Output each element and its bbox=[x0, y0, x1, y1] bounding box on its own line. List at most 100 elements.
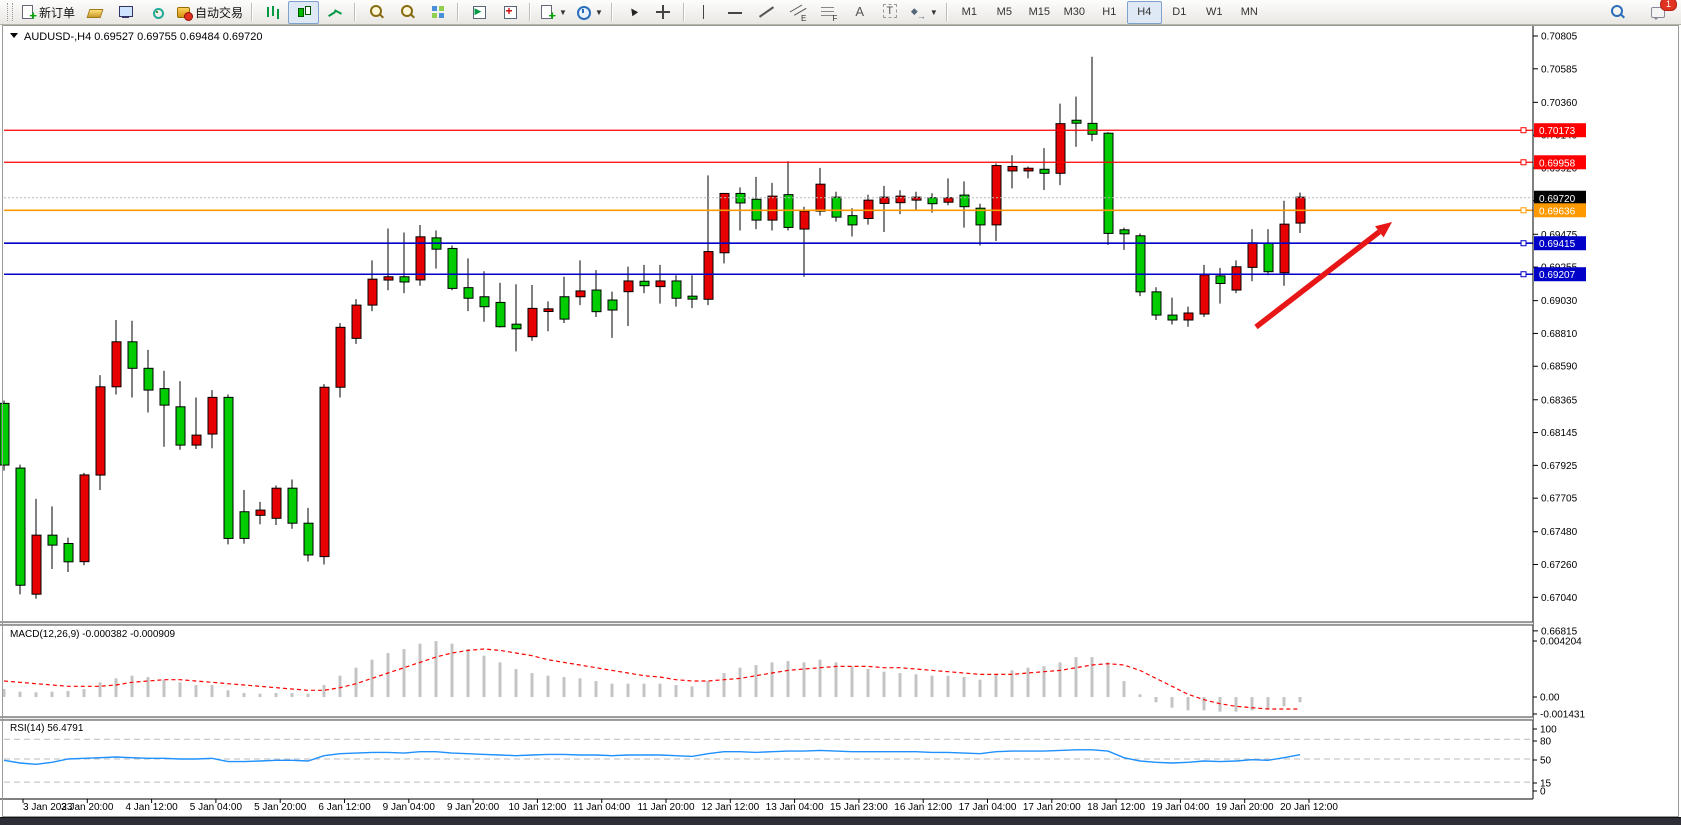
macd-axis-label: 0.00 bbox=[1540, 693, 1560, 704]
fibonacci-button[interactable] bbox=[813, 1, 844, 24]
price-tick-label: 0.67705 bbox=[1541, 494, 1578, 505]
linechart-icon bbox=[327, 4, 343, 20]
candlestick-mode-button[interactable] bbox=[288, 1, 319, 24]
candle-body bbox=[400, 277, 409, 282]
line-chart-mode-button[interactable] bbox=[319, 1, 350, 24]
candle-body bbox=[480, 297, 489, 307]
candle-body bbox=[192, 435, 201, 445]
candle-body bbox=[672, 281, 681, 298]
timeframe-w1-button[interactable]: W1 bbox=[1197, 1, 1232, 24]
candle-body bbox=[704, 252, 713, 300]
hline-handle[interactable] bbox=[1521, 160, 1526, 165]
time-label: 17 Jan 20:00 bbox=[1023, 802, 1081, 813]
candle-body bbox=[992, 166, 1001, 225]
candle-body bbox=[848, 216, 857, 225]
zoom-out-button[interactable] bbox=[391, 1, 422, 24]
new-order-button[interactable]: 新订单 bbox=[16, 1, 79, 24]
text-label-button[interactable] bbox=[875, 1, 906, 24]
time-label: 12 Jan 12:00 bbox=[701, 802, 759, 813]
time-label: 16 Jan 12:00 bbox=[894, 802, 952, 813]
chart-canvas[interactable]: AUDUSD-,H4 0.69527 0.69755 0.69484 0.697… bbox=[0, 25, 1681, 817]
candles-icon bbox=[296, 4, 312, 20]
time-label: 5 Jan 04:00 bbox=[190, 802, 243, 813]
hline-handle[interactable] bbox=[1521, 128, 1526, 133]
auto-scroll-button[interactable] bbox=[463, 1, 494, 24]
candle-body bbox=[128, 342, 137, 369]
candle-body bbox=[1168, 315, 1177, 320]
time-label: 4 Jan 12:00 bbox=[125, 802, 178, 813]
candle-body bbox=[960, 195, 969, 207]
timeframe-m1-button[interactable]: M1 bbox=[952, 1, 987, 24]
hline-badge-label: 0.70173 bbox=[1539, 126, 1576, 137]
timeframe-m5-button[interactable]: M5 bbox=[987, 1, 1022, 24]
notifications-button[interactable]: 1 bbox=[1642, 1, 1673, 24]
search-icon bbox=[1609, 4, 1625, 20]
time-label: 5 Jan 20:00 bbox=[254, 802, 307, 813]
candle-body bbox=[240, 512, 249, 539]
time-label: 20 Jan 12:00 bbox=[1280, 802, 1338, 813]
candle-body bbox=[944, 198, 953, 202]
current-price-badge-label: 0.69720 bbox=[1539, 194, 1576, 205]
timeframe-d1-button[interactable]: D1 bbox=[1162, 1, 1197, 24]
periods-button-dropdown-icon[interactable]: ▼ bbox=[595, 8, 603, 17]
vertical-line-button[interactable] bbox=[689, 1, 720, 24]
horizontal-line-button[interactable] bbox=[720, 1, 751, 24]
bar-chart-mode-button[interactable] bbox=[257, 1, 288, 24]
time-label: 9 Jan 04:00 bbox=[383, 802, 436, 813]
signals-button[interactable] bbox=[141, 1, 172, 24]
time-label: 19 Jan 04:00 bbox=[1151, 802, 1209, 813]
channel-button[interactable] bbox=[782, 1, 813, 24]
notification-badge: 1 bbox=[1660, 0, 1677, 11]
doc-plus-icon bbox=[539, 4, 555, 20]
timeframe-m15-button[interactable]: M15 bbox=[1022, 1, 1057, 24]
price-tick-label: 0.70360 bbox=[1541, 98, 1578, 109]
tile-windows-button[interactable] bbox=[422, 1, 453, 24]
time-label: 6 Jan 12:00 bbox=[318, 802, 371, 813]
candle-body bbox=[48, 535, 57, 545]
candle-body bbox=[80, 475, 89, 562]
price-tick-label: 0.69030 bbox=[1541, 296, 1578, 307]
candle-body bbox=[1072, 120, 1081, 123]
vline-icon bbox=[696, 4, 712, 20]
candle-body bbox=[112, 342, 121, 387]
hline-icon bbox=[727, 4, 743, 20]
arrows-button[interactable]: ▼ bbox=[906, 1, 942, 24]
candle-body bbox=[1152, 292, 1161, 315]
candle-body bbox=[0, 403, 9, 465]
hline-handle[interactable] bbox=[1521, 208, 1526, 213]
candle-body bbox=[1056, 124, 1065, 174]
cursor-button[interactable] bbox=[617, 1, 648, 24]
candle-body bbox=[1104, 133, 1113, 233]
text-button[interactable] bbox=[844, 1, 875, 24]
price-tick-label: 0.67480 bbox=[1541, 527, 1578, 538]
candle-body bbox=[512, 324, 521, 329]
price-tick-label: 0.67260 bbox=[1541, 560, 1578, 571]
candle-body bbox=[1008, 166, 1017, 170]
gold-button[interactable] bbox=[79, 1, 110, 24]
zoom-in-button[interactable] bbox=[360, 1, 391, 24]
candle-body bbox=[448, 248, 457, 288]
timeframe-h1-button[interactable]: H1 bbox=[1092, 1, 1127, 24]
timeframe-m30-button[interactable]: M30 bbox=[1057, 1, 1092, 24]
search-button[interactable] bbox=[1601, 1, 1632, 24]
price-tick-label: 0.70805 bbox=[1541, 31, 1578, 42]
autotrading-button[interactable]: 自动交易 bbox=[172, 1, 247, 24]
indicators-button[interactable]: ▼ bbox=[535, 1, 571, 24]
chart-shift-button[interactable] bbox=[494, 1, 525, 24]
price-tick-label: 0.68590 bbox=[1541, 362, 1578, 373]
candle-body bbox=[1200, 275, 1209, 314]
market-watch-button[interactable] bbox=[110, 1, 141, 24]
hline-handle[interactable] bbox=[1521, 272, 1526, 277]
crosshair-button[interactable] bbox=[648, 1, 679, 24]
timeframe-mn-button[interactable]: MN bbox=[1232, 1, 1267, 24]
periods-button[interactable]: ▼ bbox=[571, 1, 607, 24]
timeframe-h4-button[interactable]: H4 bbox=[1127, 1, 1162, 24]
macd-axis-label: -0.001431 bbox=[1540, 710, 1585, 721]
indicators-button-dropdown-icon[interactable]: ▼ bbox=[559, 8, 567, 17]
trendline-button[interactable] bbox=[751, 1, 782, 24]
chart-window[interactable]: AUDUSD-,H4 0.69527 0.69755 0.69484 0.697… bbox=[0, 25, 1681, 817]
candle-body bbox=[96, 387, 105, 475]
candle-body bbox=[576, 291, 585, 297]
arrows-button-dropdown-icon[interactable]: ▼ bbox=[930, 8, 938, 17]
hline-handle[interactable] bbox=[1521, 241, 1526, 246]
